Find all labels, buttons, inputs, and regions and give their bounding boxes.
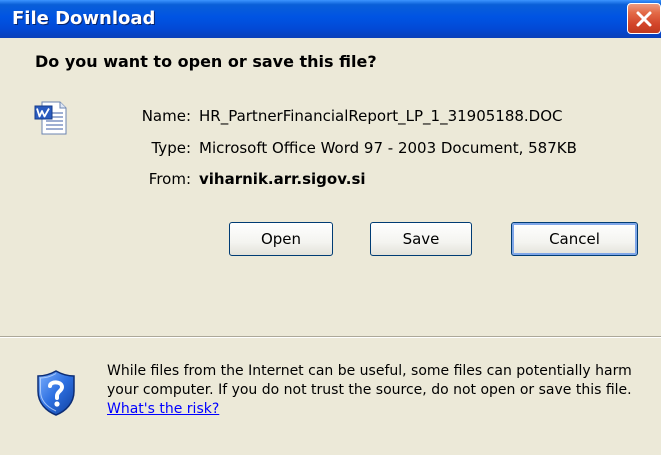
file-name-label: Name: <box>141 107 191 125</box>
cancel-button[interactable]: Cancel <box>511 222 638 256</box>
file-from-label: From: <box>148 170 191 188</box>
file-from-row: From: viharnik.arr.sigov.si <box>128 170 366 188</box>
file-name-row: Name: HR_PartnerFinancialReport_LP_1_3190… <box>128 107 563 125</box>
dialog-question: Do you want to open or save this file? <box>35 52 377 71</box>
file-type-row: Type: Microsoft Office Word 97 - 2003 Doc… <box>128 139 577 157</box>
warning-text: While files from the Internet can be use… <box>107 363 632 398</box>
file-name-value: HR_PartnerFinancialReport_LP_1_31905188.… <box>199 107 563 125</box>
title-bar[interactable]: File Download <box>0 0 661 38</box>
shield-question-icon <box>37 370 75 416</box>
window-title: File Download <box>12 8 156 29</box>
save-button[interactable]: Save <box>370 222 472 256</box>
close-icon <box>636 11 652 26</box>
whats-the-risk-link[interactable]: What's the risk? <box>107 401 219 417</box>
file-type-value: Microsoft Office Word 97 - 2003 Document… <box>199 139 577 157</box>
close-button[interactable] <box>627 3 661 34</box>
file-from-value: viharnik.arr.sigov.si <box>199 170 366 188</box>
word-document-icon <box>34 101 67 135</box>
security-warning: While files from the Internet can be use… <box>107 362 652 419</box>
file-type-label: Type: <box>151 139 191 157</box>
open-button[interactable]: Open <box>229 222 333 256</box>
